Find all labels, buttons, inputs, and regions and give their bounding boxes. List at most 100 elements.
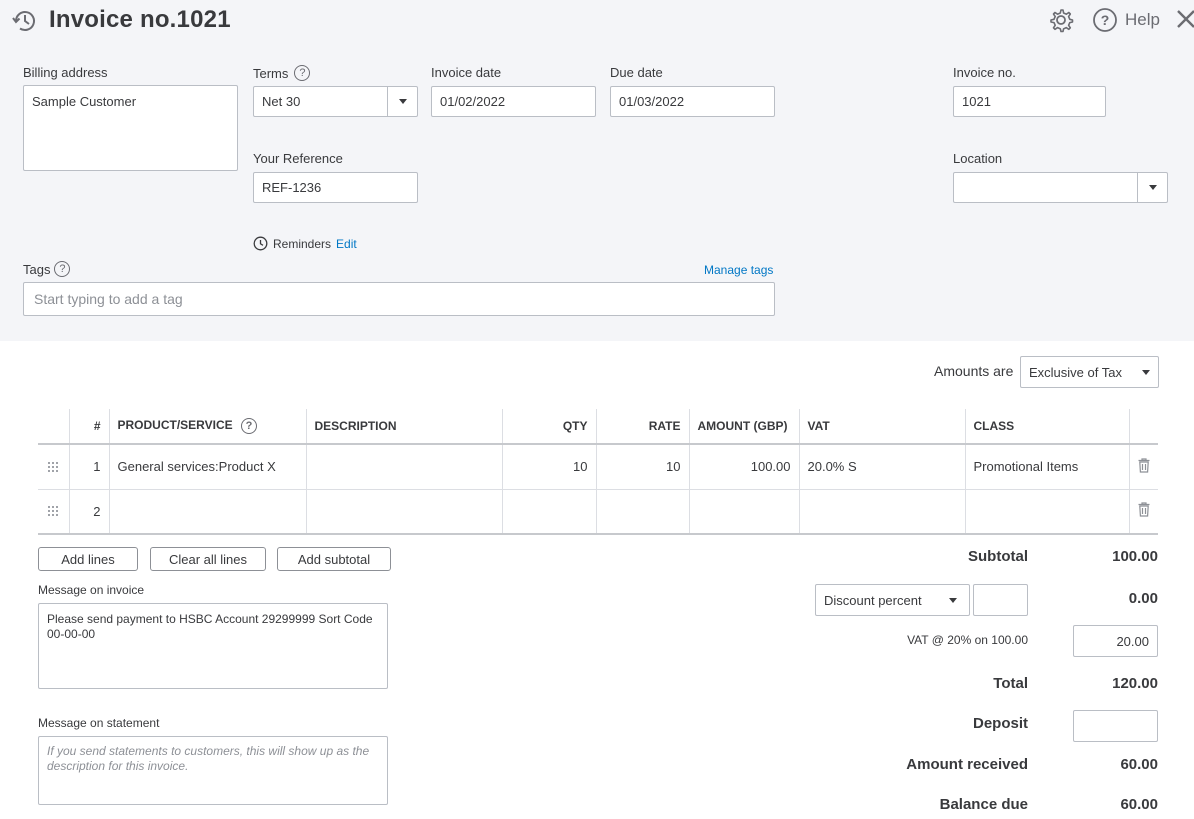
reminders-edit-link[interactable]: Edit: [336, 237, 357, 251]
total-value: 120.00: [1112, 675, 1158, 692]
tags-help-icon[interactable]: ?: [54, 261, 71, 277]
column-header-rate: RATE: [595, 409, 689, 445]
amounts-are-value: Exclusive of Tax: [1029, 364, 1122, 380]
invoice-date-label: Invoice date: [431, 65, 502, 80]
due-date-value: 01/03/2022: [619, 94, 685, 109]
row-number: 1: [68, 444, 109, 490]
due-date-field[interactable]: 01/03/2022: [610, 86, 775, 117]
rate-cell[interactable]: 10: [595, 444, 689, 490]
message-on-invoice-label: Message on invoice: [38, 583, 145, 597]
qty-cell[interactable]: 10: [501, 444, 596, 490]
terms-value: Net 30: [262, 94, 301, 109]
terms-label: Terms: [253, 65, 289, 81]
table-row[interactable]: 2: [38, 489, 1158, 535]
drag-handle-icon[interactable]: [38, 489, 69, 535]
add-lines-button[interactable]: Add lines: [38, 547, 138, 571]
column-header-product-label: PRODUCT/SERVICE: [117, 418, 233, 433]
amount-received-label: Amount received: [906, 756, 1028, 773]
message-on-statement-placeholder: If you send statements to customers, thi…: [47, 744, 370, 773]
terms-help-icon[interactable]: ?: [294, 65, 311, 81]
table-row[interactable]: 1 General services:Product X 10 10 100.0…: [38, 444, 1158, 490]
amounts-are-select[interactable]: Exclusive of Tax: [1020, 356, 1159, 388]
invoice-no-field[interactable]: 1021: [953, 86, 1106, 117]
page-title: Invoice no.1021: [49, 6, 231, 33]
column-header-qty: QTY: [501, 409, 596, 445]
product-help-icon[interactable]: ?: [240, 418, 257, 434]
column-header-vat: VAT: [798, 409, 965, 445]
class-cell[interactable]: [964, 489, 1129, 535]
message-on-invoice-value: Please send payment to HSBC Account 2929…: [47, 612, 373, 641]
add-subtotal-button[interactable]: Add subtotal: [277, 547, 391, 571]
close-icon[interactable]: [1174, 4, 1194, 34]
billing-address-value: Sample Customer: [32, 94, 137, 109]
delete-row-cell: [1128, 444, 1158, 490]
class-cell[interactable]: Promotional Items: [964, 444, 1129, 490]
drag-handle-icon[interactable]: [38, 444, 69, 490]
qty-cell[interactable]: [501, 489, 596, 535]
your-reference-field[interactable]: REF-1236: [253, 172, 418, 203]
help-label[interactable]: Help: [1125, 10, 1160, 30]
row-number: 2: [68, 489, 109, 535]
message-on-statement-label: Message on statement: [38, 716, 160, 730]
product-cell[interactable]: General services:Product X: [108, 444, 306, 490]
table-header-row: # PRODUCT/SERVICE ? DESCRIPTION QTY RATE…: [38, 409, 1158, 445]
tags-input[interactable]: Start typing to add a tag: [23, 282, 775, 316]
invoice-date-value: 01/02/2022: [440, 94, 506, 109]
discount-input[interactable]: [973, 584, 1028, 616]
tags-label: Tags: [23, 261, 51, 277]
subtotal-label: Subtotal: [968, 548, 1028, 565]
rate-cell[interactable]: [595, 489, 689, 535]
location-select[interactable]: [953, 172, 1168, 203]
tags-placeholder: Start typing to add a tag: [34, 291, 183, 307]
deposit-input[interactable]: [1073, 710, 1158, 742]
your-reference-value: REF-1236: [262, 180, 322, 195]
terms-label-row: Terms ?: [253, 65, 311, 81]
svg-text:?: ?: [1101, 12, 1110, 28]
tags-label-row: Tags ?: [23, 261, 71, 277]
subtotal-value: 100.00: [1112, 548, 1158, 565]
column-header-number: #: [68, 409, 109, 445]
vat-cell[interactable]: [798, 489, 965, 535]
product-cell[interactable]: [108, 489, 306, 535]
billing-address-label: Billing address: [23, 65, 108, 80]
chevron-down-icon[interactable]: [937, 585, 969, 615]
description-cell[interactable]: [305, 489, 502, 535]
chevron-down-icon[interactable]: [387, 87, 417, 116]
description-cell[interactable]: [305, 444, 502, 490]
gear-icon[interactable]: [1048, 7, 1074, 33]
column-header-product: PRODUCT/SERVICE ?: [108, 409, 306, 445]
vat-amount-field[interactable]: 20.00: [1073, 625, 1158, 657]
clock-icon: [253, 236, 268, 251]
invoice-date-field[interactable]: 01/02/2022: [431, 86, 596, 117]
deposit-label: Deposit: [972, 715, 1028, 732]
column-header-class: CLASS: [964, 409, 1129, 445]
column-header-actions: [1128, 409, 1158, 445]
discount-type-value: Discount percent: [824, 592, 922, 608]
help-icon[interactable]: ?: [1092, 7, 1118, 33]
message-on-invoice-field[interactable]: Please send payment to HSBC Account 2929…: [38, 603, 388, 689]
terms-select[interactable]: Net 30: [253, 86, 418, 117]
trash-icon[interactable]: [1138, 502, 1150, 517]
your-reference-label: Your Reference: [253, 151, 343, 166]
discount-type-select[interactable]: Discount percent: [815, 584, 970, 616]
location-label: Location: [953, 151, 1003, 166]
amount-cell[interactable]: [688, 489, 799, 535]
billing-address-field[interactable]: Sample Customer: [23, 85, 238, 171]
column-header-description: DESCRIPTION: [305, 409, 502, 445]
chevron-down-icon[interactable]: [1134, 357, 1158, 387]
balance-due-value: 60.00: [1120, 796, 1158, 813]
trash-icon[interactable]: [1138, 458, 1150, 473]
vat-label: VAT @ 20% on 100.00: [907, 633, 1028, 647]
reminders-label: Reminders: [273, 236, 332, 251]
amounts-are-label: Amounts are: [934, 363, 1014, 379]
message-on-statement-field[interactable]: If you send statements to customers, thi…: [38, 736, 388, 805]
amount-received-value: 60.00: [1120, 756, 1158, 773]
recent-transactions-icon[interactable]: [11, 7, 39, 35]
amount-cell[interactable]: 100.00: [688, 444, 799, 490]
vat-cell[interactable]: 20.0% S: [798, 444, 965, 490]
discount-value: 0.00: [1128, 590, 1158, 607]
clear-all-lines-button[interactable]: Clear all lines: [150, 547, 266, 571]
manage-tags-link[interactable]: Manage tags: [704, 263, 773, 277]
chevron-down-icon[interactable]: [1137, 173, 1167, 202]
invoice-no-label: Invoice no.: [953, 65, 1016, 80]
